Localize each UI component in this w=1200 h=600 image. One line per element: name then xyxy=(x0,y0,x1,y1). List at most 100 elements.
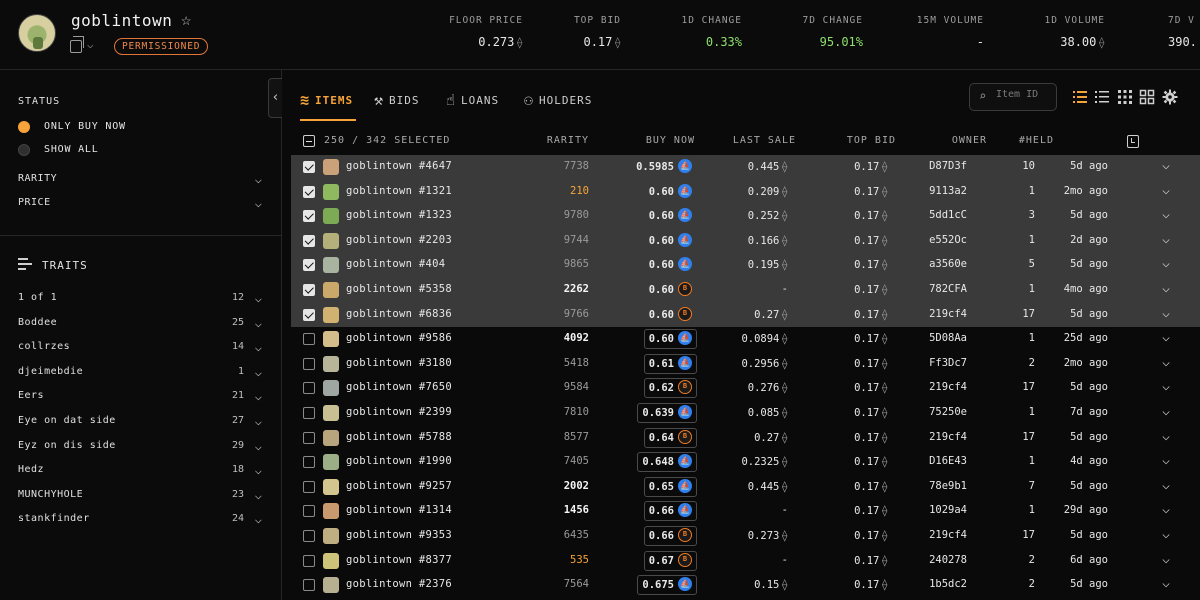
row-checkbox[interactable] xyxy=(303,406,315,419)
row-checkbox[interactable] xyxy=(303,161,315,173)
status-option-label[interactable]: SHOW ALL xyxy=(44,144,99,155)
owner-address[interactable]: 75250e xyxy=(929,406,967,418)
compact-list-icon[interactable] xyxy=(1094,89,1110,105)
item-name[interactable]: goblintown #404 xyxy=(346,258,445,270)
buy-now-price[interactable]: 0.60 B xyxy=(644,280,697,300)
item-name[interactable]: goblintown #9257 xyxy=(346,480,452,492)
table-row[interactable]: goblintown #9353 6435 0.66 B 0.273 ⟠ 0.17 ⟠ 219c… xyxy=(291,524,1200,549)
chevron-down-icon[interactable]: ⌵ xyxy=(1162,478,1170,493)
table-row[interactable]: goblintown #1990 7405 0.648 ⛵ 0.2325 ⟠ 0.17 ⟠ D1… xyxy=(291,450,1200,475)
item-name[interactable]: goblintown #5788 xyxy=(346,431,452,443)
owner-address[interactable]: Ff3Dc7 xyxy=(929,357,967,369)
tab-items[interactable]: ≋ ITEMS xyxy=(300,90,353,110)
buy-now-price[interactable]: 0.5985 ⛵ xyxy=(631,157,697,177)
owner-address[interactable]: 5dd1cC xyxy=(929,209,967,221)
deselect-all-checkbox[interactable] xyxy=(303,135,315,147)
table-row[interactable]: goblintown #2399 7810 0.639 ⛵ 0.085 ⟠ 0.17 ⟠ 752… xyxy=(291,401,1200,426)
item-name[interactable]: goblintown #5358 xyxy=(346,283,452,295)
chevron-down-icon[interactable]: ⌵ xyxy=(1162,527,1170,542)
table-row[interactable]: goblintown #8377 535 0.67 B - 0.17 ⟠ 240278 2 6d … xyxy=(291,549,1200,574)
trait-filter-row[interactable]: Eye on dat side 27 ⌵ xyxy=(18,414,264,431)
chevron-down-icon[interactable]: ⌵ xyxy=(1162,404,1170,419)
owner-address[interactable]: 219cf4 xyxy=(929,308,967,320)
row-checkbox[interactable] xyxy=(303,431,315,444)
buy-now-price[interactable]: 0.67 B xyxy=(643,550,697,571)
row-checkbox[interactable] xyxy=(303,505,315,518)
table-row[interactable]: goblintown #3180 5418 0.61 ⛵ 0.2956 ⟠ 0.17 ⟠ Ff3… xyxy=(291,352,1200,377)
table-row[interactable]: goblintown #2203 9744 0.60 ⛵ 0.166 ⟠ 0.17 ⟠ e552… xyxy=(291,228,1200,254)
trait-filter-row[interactable]: 1 of 1 12 ⌵ xyxy=(18,291,264,308)
owner-address[interactable]: 5D08Aa xyxy=(929,332,967,344)
item-name[interactable]: goblintown #9586 xyxy=(346,332,452,344)
row-checkbox[interactable] xyxy=(303,480,315,493)
chevron-down-icon[interactable]: ⌵ xyxy=(87,38,94,51)
chevron-down-icon[interactable]: ⌵ xyxy=(1162,355,1170,370)
buy-now-price[interactable]: 0.675 ⛵ xyxy=(637,575,697,596)
item-name[interactable]: goblintown #8377 xyxy=(346,554,452,566)
item-name[interactable]: goblintown #2376 xyxy=(346,578,452,590)
buy-now-price[interactable]: 0.66 ⛵ xyxy=(643,501,697,522)
chevron-down-icon[interactable]: ⌵ xyxy=(1162,256,1170,271)
owner-address[interactable]: a3560e xyxy=(929,258,967,270)
item-thumbnail[interactable] xyxy=(323,232,339,249)
item-name[interactable]: goblintown #7650 xyxy=(346,381,452,393)
item-thumbnail[interactable] xyxy=(323,355,339,372)
item-name[interactable]: goblintown #1990 xyxy=(346,455,452,467)
owner-address[interactable]: 782CFA xyxy=(929,283,967,295)
chevron-down-icon[interactable]: ⌵ xyxy=(1162,306,1170,321)
item-thumbnail[interactable] xyxy=(323,577,339,594)
table-row[interactable]: goblintown #1314 1456 0.66 ⛵ - 0.17 ⟠ 1029a4 1 29… xyxy=(291,499,1200,524)
item-name[interactable]: goblintown #3180 xyxy=(346,357,452,369)
item-thumbnail[interactable] xyxy=(323,552,339,569)
table-row[interactable]: goblintown #5358 2262 0.60 B - 0.17 ⟠ 782CFA 1 4m… xyxy=(291,277,1200,303)
table-row[interactable]: goblintown #404 9865 0.60 ⛵ 0.195 ⟠ 0.17 ⟠ a3560… xyxy=(291,253,1200,278)
col-top-bid[interactable]: TOP BID xyxy=(847,135,896,146)
item-thumbnail[interactable] xyxy=(323,183,339,200)
buy-now-price[interactable]: 0.65 ⛵ xyxy=(643,476,697,497)
filter-price[interactable]: PRICE ⌵ xyxy=(18,196,264,213)
trait-filter-row[interactable]: stankfinder 24 ⌵ xyxy=(18,512,264,529)
row-checkbox[interactable] xyxy=(303,554,315,567)
trait-filter-row[interactable]: Eers 21 ⌵ xyxy=(18,389,264,406)
tab-bids[interactable]: ⚒ BIDS xyxy=(374,90,420,110)
chevron-down-icon[interactable]: ⌵ xyxy=(1162,576,1170,591)
trait-filter-row[interactable]: Eyz on dis side 29 ⌵ xyxy=(18,439,264,456)
chevron-down-icon[interactable]: ⌵ xyxy=(1162,429,1170,444)
trait-filter-row[interactable]: Boddee 25 ⌵ xyxy=(18,316,264,333)
chevron-down-icon[interactable]: ⌵ xyxy=(1162,232,1170,247)
filter-rarity[interactable]: RARITY ⌵ xyxy=(18,172,264,189)
item-name[interactable]: goblintown #6836 xyxy=(346,308,452,320)
gear-icon[interactable] xyxy=(1162,89,1178,105)
owner-address[interactable]: 9113a2 xyxy=(929,185,967,197)
chevron-down-icon[interactable]: ⌵ xyxy=(1162,281,1170,296)
item-name[interactable]: goblintown #4647 xyxy=(346,160,452,172)
buy-now-price[interactable]: 0.60 ⛵ xyxy=(644,206,697,226)
chevron-down-icon[interactable]: ⌵ xyxy=(1162,330,1170,345)
row-checkbox[interactable] xyxy=(303,308,315,321)
table-row[interactable]: goblintown #4647 7738 0.5985 ⛵ 0.445 ⟠ 0.17 ⟠ D8… xyxy=(291,155,1200,180)
item-thumbnail[interactable] xyxy=(323,380,339,397)
chevron-down-icon[interactable]: ⌵ xyxy=(1162,183,1170,198)
item-thumbnail[interactable] xyxy=(323,306,339,323)
owner-address[interactable]: 219cf4 xyxy=(929,431,967,443)
item-name[interactable]: goblintown #9353 xyxy=(346,529,452,541)
row-checkbox[interactable] xyxy=(303,579,315,592)
table-row[interactable]: goblintown #6836 9766 0.60 B 0.27 ⟠ 0.17 ⟠ 219cf… xyxy=(291,302,1200,328)
buy-now-price[interactable]: 0.66 B xyxy=(643,525,697,546)
row-checkbox[interactable] xyxy=(303,210,315,223)
tab-holders[interactable]: ⚇ HOLDERS xyxy=(524,90,592,110)
trait-filter-row[interactable]: MUNCHYHOLE 23 ⌵ xyxy=(18,488,264,505)
owner-address[interactable]: D16E43 xyxy=(929,455,967,467)
owner-address[interactable]: 240278 xyxy=(929,554,967,566)
row-checkbox[interactable] xyxy=(303,185,315,198)
buy-now-price[interactable]: 0.60 B xyxy=(644,305,697,325)
owner-address[interactable]: e552Oc xyxy=(929,234,967,246)
owner-address[interactable]: 78e9b1 xyxy=(929,480,967,492)
owner-address[interactable]: 1b5dc2 xyxy=(929,578,967,590)
buy-now-price[interactable]: 0.60 ⛵ xyxy=(644,255,697,275)
item-name[interactable]: goblintown #2399 xyxy=(346,406,452,418)
chevron-down-icon[interactable]: ⌵ xyxy=(1162,379,1170,394)
owner-address[interactable]: 219cf4 xyxy=(929,381,967,393)
star-icon[interactable]: ☆ xyxy=(181,10,191,30)
buy-now-price[interactable]: 0.60 ⛵ xyxy=(644,182,697,202)
